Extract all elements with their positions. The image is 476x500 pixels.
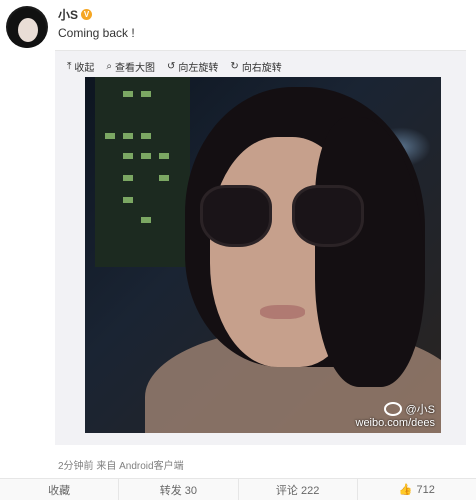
sunglasses bbox=[200, 185, 365, 255]
sunglasses-lens-right bbox=[292, 185, 364, 247]
background-building bbox=[95, 77, 190, 267]
photo-watermark: @小S weibo.com/dees bbox=[355, 401, 436, 429]
image-toolbar: ⤒ 收起 ⌕ 查看大图 ↺ 向左旋转 ↻ 向右旋转 bbox=[67, 59, 282, 74]
rotate-left-icon: ↺ bbox=[167, 61, 176, 72]
comment-label: 评论 222 bbox=[275, 484, 320, 497]
thumbs-up-icon: 👍 bbox=[398, 484, 413, 496]
repost-button[interactable]: 转发 30 bbox=[119, 479, 239, 500]
search-icon: ⌕ bbox=[106, 61, 113, 72]
subject-lips bbox=[260, 305, 305, 319]
collapse-button[interactable]: ⤒ 收起 bbox=[67, 59, 94, 74]
username-row: 小S V bbox=[58, 6, 93, 23]
watermark-site: weibo.com/dees bbox=[355, 417, 436, 429]
collapse-label: 收起 bbox=[74, 63, 95, 74]
rotate-left-button[interactable]: ↺ 向左旋转 bbox=[167, 59, 218, 74]
rotate-right-label: 向右旋转 bbox=[241, 63, 282, 74]
rotate-left-label: 向左旋转 bbox=[178, 63, 219, 74]
collapse-icon: ⤒ bbox=[67, 61, 72, 72]
watermark-handle: @小S bbox=[405, 404, 435, 416]
view-large-button[interactable]: ⌕ 查看大图 bbox=[106, 59, 155, 74]
favorite-label: 收藏 bbox=[48, 484, 71, 497]
favorite-button[interactable]: 收藏 bbox=[0, 479, 120, 500]
weibo-logo-icon bbox=[384, 402, 403, 416]
repost-label: 转发 30 bbox=[159, 484, 198, 497]
avatar[interactable] bbox=[6, 6, 48, 48]
username-link[interactable]: 小S bbox=[58, 6, 78, 23]
like-count: 712 bbox=[416, 483, 435, 496]
comment-button[interactable]: 评论 222 bbox=[239, 479, 358, 500]
avatar-face bbox=[18, 18, 38, 42]
rotate-right-icon: ↻ bbox=[230, 61, 239, 72]
view-large-label: 查看大图 bbox=[115, 63, 156, 74]
rotate-right-button[interactable]: ↻ 向右旋转 bbox=[230, 59, 281, 74]
verified-badge-icon: V bbox=[81, 9, 93, 20]
sunglasses-lens-left bbox=[200, 185, 272, 247]
post-text: Coming back ! bbox=[58, 26, 135, 40]
action-bar: 收藏 转发 30 评论 222 👍 712 bbox=[0, 478, 476, 500]
like-button[interactable]: 👍 712 bbox=[358, 479, 476, 500]
post-meta: 2分钟前 来自 Android客户端 bbox=[58, 461, 184, 472]
post-photo[interactable]: @小S weibo.com/dees bbox=[85, 77, 441, 433]
